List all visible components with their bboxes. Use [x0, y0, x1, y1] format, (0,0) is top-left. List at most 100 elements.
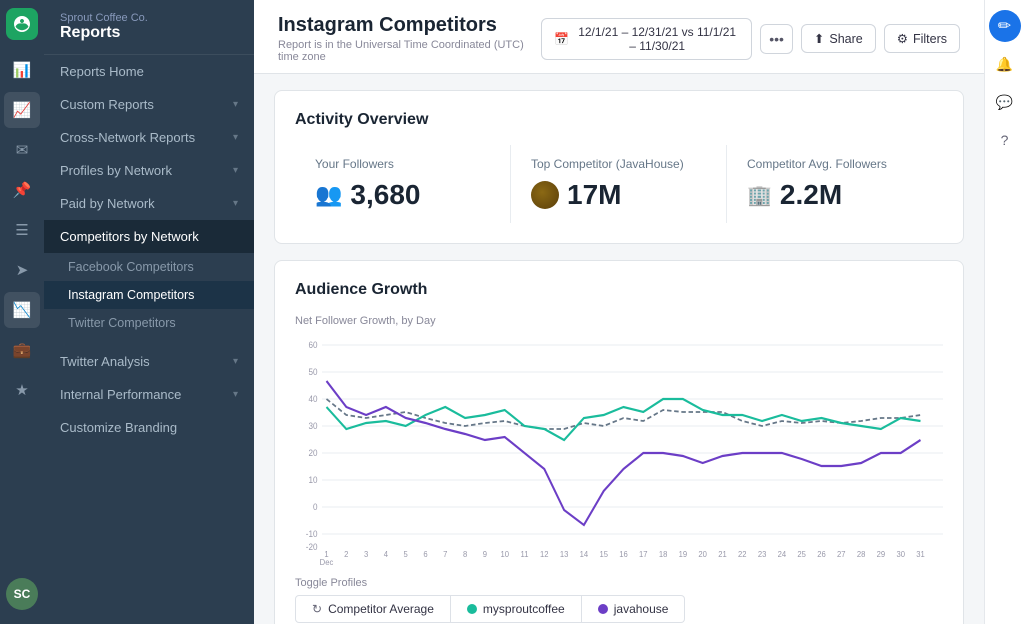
edit-button[interactable]: ✏: [989, 10, 1021, 42]
custom-reports-label: Custom Reports: [60, 97, 154, 112]
toggle-competitor-avg[interactable]: ↻ Competitor Average: [295, 595, 451, 623]
toggle-javahouse[interactable]: javahouse: [582, 595, 686, 623]
cross-network-label: Cross-Network Reports: [60, 130, 195, 145]
chevron-icon: ▾: [233, 165, 238, 176]
activity-followers-cell: Your Followers 👥 3,680: [295, 145, 511, 223]
app-logo: [6, 8, 38, 40]
messages-button[interactable]: 💬: [989, 86, 1021, 118]
audience-growth-chart: 60 50 40 30 20 10 0 -10 -20 1: [295, 335, 943, 565]
help-button[interactable]: ?: [989, 124, 1021, 156]
svg-text:6: 6: [423, 550, 428, 559]
mysproutcoffee-label: mysproutcoffee: [483, 602, 565, 616]
scrollable-content[interactable]: Activity Overview Your Followers 👥 3,680…: [254, 74, 984, 624]
competitor-avg-label: Competitor Average: [328, 602, 434, 616]
header-text: Instagram Competitors Report is in the U…: [278, 14, 541, 63]
svg-text:5: 5: [404, 550, 409, 559]
svg-text:14: 14: [580, 550, 589, 559]
page-header: Instagram Competitors Report is in the U…: [254, 0, 984, 74]
sidebar-item-cross-network[interactable]: Cross-Network Reports ▾: [44, 121, 254, 154]
chevron-icon: ▾: [233, 132, 238, 143]
chevron-icon: ▾: [233, 198, 238, 209]
nav-send-icon[interactable]: ➤: [4, 252, 40, 288]
svg-text:19: 19: [679, 550, 688, 559]
sidebar-item-profiles-by-network[interactable]: Profiles by Network ▾: [44, 154, 254, 187]
customize-branding-label: Customize Branding: [60, 420, 177, 435]
share-button[interactable]: ⬆ Share: [801, 24, 876, 53]
nav-reports-icon[interactable]: 📊: [4, 52, 40, 88]
profiles-label: Profiles by Network: [60, 163, 172, 178]
page-title: Instagram Competitors: [278, 14, 541, 37]
audience-growth-title: Audience Growth: [295, 281, 943, 299]
sidebar-item-twitter-analysis[interactable]: Twitter Analysis ▾: [44, 345, 254, 378]
svg-text:10: 10: [500, 550, 509, 559]
svg-text:20: 20: [698, 550, 707, 559]
nav-active-icon[interactable]: 📈: [4, 92, 40, 128]
audience-growth-card: Audience Growth Net Follower Growth, by …: [274, 260, 964, 624]
svg-text:7: 7: [443, 550, 448, 559]
sidebar-item-internal-performance[interactable]: Internal Performance ▾: [44, 378, 254, 411]
followers-label: Your Followers: [315, 157, 490, 171]
top-competitor-number: 17M: [567, 179, 621, 211]
sidebar-item-competitors-by-network[interactable]: Competitors by Network: [44, 220, 254, 253]
nav-briefcase-icon[interactable]: 💼: [4, 332, 40, 368]
user-avatar[interactable]: SC: [6, 578, 38, 610]
sidebar-item-custom-reports[interactable]: Custom Reports ▾: [44, 88, 254, 121]
nav-chart-icon[interactable]: 📉: [4, 292, 40, 328]
company-name: Sprout Coffee Co.: [60, 12, 238, 24]
toggle-mysproutcoffee[interactable]: mysproutcoffee: [451, 595, 582, 623]
section-title: Reports: [60, 24, 238, 42]
chart-area: 60 50 40 30 20 10 0 -10 -20 1: [295, 335, 943, 565]
svg-text:16: 16: [619, 550, 628, 559]
sidebar-item-paid-by-network[interactable]: Paid by Network ▾: [44, 187, 254, 220]
sidebar-item-customize-branding[interactable]: Customize Branding: [44, 411, 254, 444]
filters-icon: ⚙: [897, 31, 908, 46]
reports-home-label: Reports Home: [60, 64, 144, 79]
svg-text:24: 24: [778, 550, 787, 559]
date-range-text: 12/1/21 – 12/31/21 vs 11/1/21 – 11/30/21: [575, 25, 739, 53]
svg-text:9: 9: [483, 550, 488, 559]
filters-button[interactable]: ⚙ Filters: [884, 24, 960, 53]
svg-text:10: 10: [308, 475, 317, 486]
share-label: Share: [829, 32, 862, 46]
svg-text:Dec: Dec: [320, 558, 334, 565]
share-icon: ⬆: [814, 31, 824, 46]
sidebar-sub-instagram[interactable]: Instagram Competitors: [44, 281, 254, 309]
activity-overview-title: Activity Overview: [295, 111, 943, 129]
svg-text:11: 11: [521, 550, 529, 559]
building-icon: 🏢: [747, 183, 772, 208]
svg-text:40: 40: [308, 394, 317, 405]
svg-text:12: 12: [540, 550, 549, 559]
svg-text:28: 28: [857, 550, 866, 559]
nav-compose-icon[interactable]: ✉: [4, 132, 40, 168]
javahouse-label: javahouse: [614, 602, 669, 616]
svg-text:29: 29: [877, 550, 886, 559]
avg-followers-number: 2.2M: [780, 179, 842, 211]
twitter-analysis-label: Twitter Analysis: [60, 354, 150, 369]
header-controls: 📅 12/1/21 – 12/31/21 vs 11/1/21 – 11/30/…: [541, 18, 960, 60]
svg-text:15: 15: [599, 550, 608, 559]
notifications-button[interactable]: 🔔: [989, 48, 1021, 80]
sidebar-item-reports-home[interactable]: Reports Home: [44, 55, 254, 88]
chart-label: Net Follower Growth, by Day: [295, 315, 943, 327]
svg-text:26: 26: [817, 550, 826, 559]
sidebar-sub-facebook[interactable]: Facebook Competitors: [44, 253, 254, 281]
svg-text:3: 3: [364, 550, 369, 559]
avg-followers-label: Competitor Avg. Followers: [747, 157, 923, 171]
main-content-area: Instagram Competitors Report is in the U…: [254, 0, 984, 624]
nav-star-icon[interactable]: ★: [4, 372, 40, 408]
activity-grid: Your Followers 👥 3,680 Top Competitor (J…: [295, 145, 943, 223]
svg-text:-20: -20: [306, 542, 318, 553]
chevron-icon: ▾: [233, 356, 238, 367]
more-options-button[interactable]: •••: [760, 24, 793, 54]
internal-performance-label: Internal Performance: [60, 387, 181, 402]
competitor-avatar: [531, 181, 559, 209]
nav-pin-icon[interactable]: 📌: [4, 172, 40, 208]
svg-text:22: 22: [738, 550, 747, 559]
nav-list-icon[interactable]: ☰: [4, 212, 40, 248]
followers-value: 👥 3,680: [315, 179, 490, 211]
sidebar: Sprout Coffee Co. Reports Reports Home C…: [44, 0, 254, 624]
date-range-button[interactable]: 📅 12/1/21 – 12/31/21 vs 11/1/21 – 11/30/…: [541, 18, 752, 60]
sidebar-sub-twitter[interactable]: Twitter Competitors: [44, 309, 254, 337]
svg-text:17: 17: [639, 550, 648, 559]
chevron-icon: ▾: [233, 389, 238, 400]
